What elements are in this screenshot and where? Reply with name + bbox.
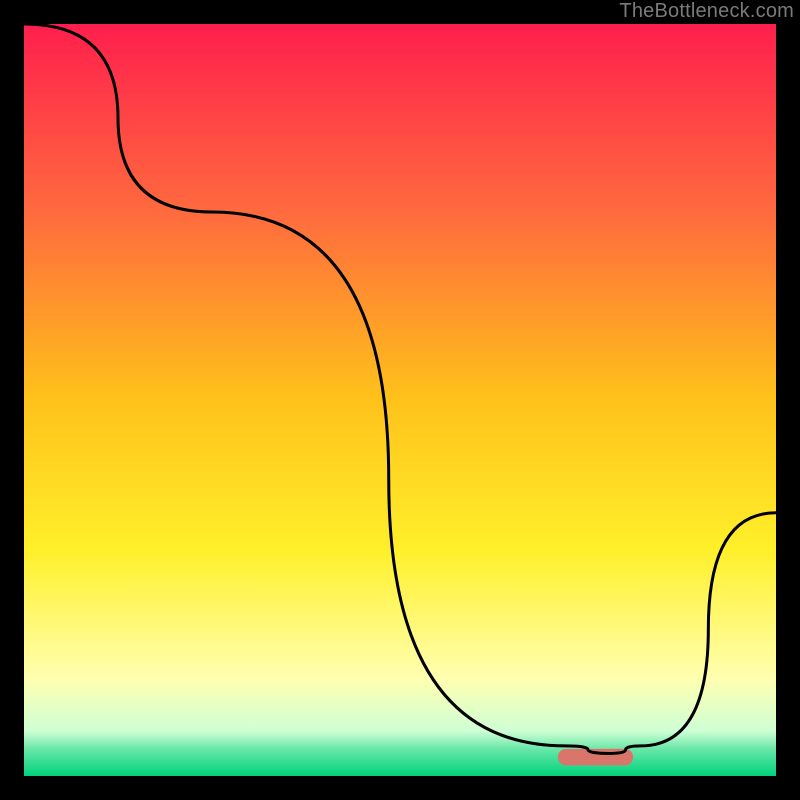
chart-background	[24, 24, 776, 776]
bottleneck-chart	[24, 24, 776, 776]
chart-frame	[20, 20, 780, 780]
